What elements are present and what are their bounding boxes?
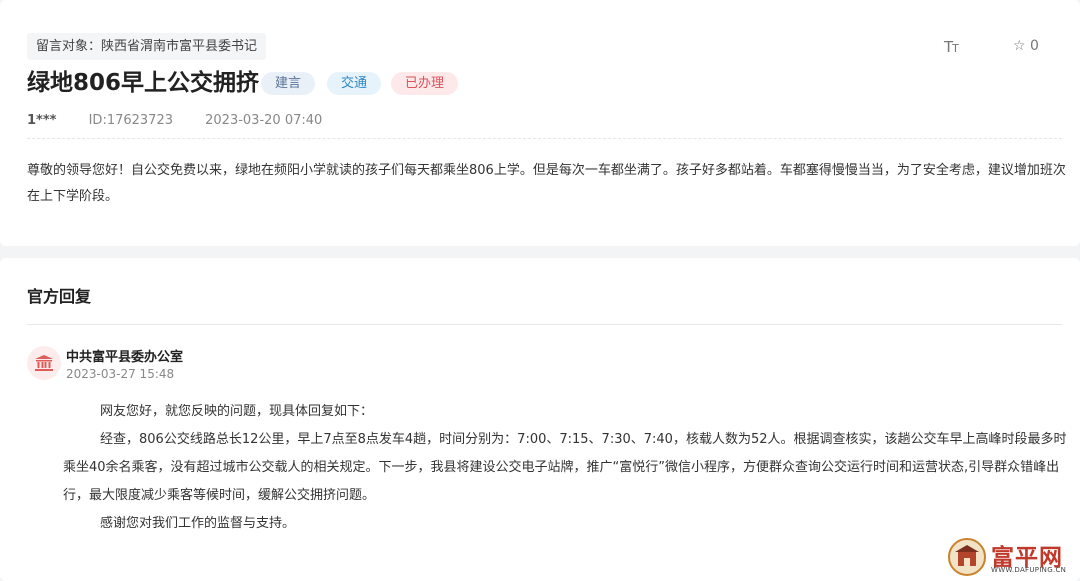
reply-paragraph: 网友您好，就您反映的问题，现具体回复如下： bbox=[100, 404, 374, 419]
message-id: ID:17623723 bbox=[88, 113, 173, 128]
message-user: 1*** bbox=[27, 113, 57, 128]
divider bbox=[27, 138, 1062, 139]
tag-suggestion: 建言 bbox=[261, 72, 316, 95]
watermark-url: WWW.DAFUPING.CN bbox=[991, 566, 1067, 574]
reply-body: 网友您好，就您反映的问题，现具体回复如下： 经查，806公交线路总长12公里，早… bbox=[63, 398, 1077, 538]
favorite-button[interactable]: ☆ 0 bbox=[1013, 38, 1039, 56]
message-target: 留言对象：陕西省渭南市富平县委书记 bbox=[27, 33, 267, 60]
message-meta: 1*** ID:17623723 2023-03-20 07:40 bbox=[27, 113, 322, 131]
tag-traffic: 交通 bbox=[327, 72, 382, 95]
reply-paragraph: 经查，806公交线路总长12公里，早上7点至8点发车4趟，时间分别为：7:00、… bbox=[63, 432, 1067, 503]
reply-org-name: 中共富平县委办公室 bbox=[66, 350, 184, 365]
star-icon: ☆ bbox=[1013, 38, 1026, 54]
government-building-icon bbox=[27, 346, 61, 380]
message-title: 绿地806早上公交拥挤 bbox=[27, 70, 260, 96]
site-logo-icon bbox=[948, 538, 986, 576]
site-watermark: 富平网 WWW.DAFUPING.CN bbox=[948, 538, 1074, 578]
message-content: 尊敬的领导您好！自公交免费以来，绿地在频阳小学就读的孩子们每天都乘坐806上学。… bbox=[27, 163, 1066, 204]
divider bbox=[27, 324, 1062, 325]
tag-status-done: 已办理 bbox=[391, 72, 459, 95]
message-datetime: 2023-03-20 07:40 bbox=[205, 113, 323, 128]
watermark-text: 富平网 bbox=[991, 545, 1063, 571]
reply-date: 2023-03-27 15:48 bbox=[66, 367, 175, 381]
favorite-count: 0 bbox=[1030, 38, 1039, 54]
font-size-icon[interactable]: TT bbox=[944, 38, 966, 56]
reply-paragraph: 感谢您对我们工作的监督与支持。 bbox=[100, 516, 296, 531]
reply-section-title: 官方回复 bbox=[27, 287, 92, 306]
